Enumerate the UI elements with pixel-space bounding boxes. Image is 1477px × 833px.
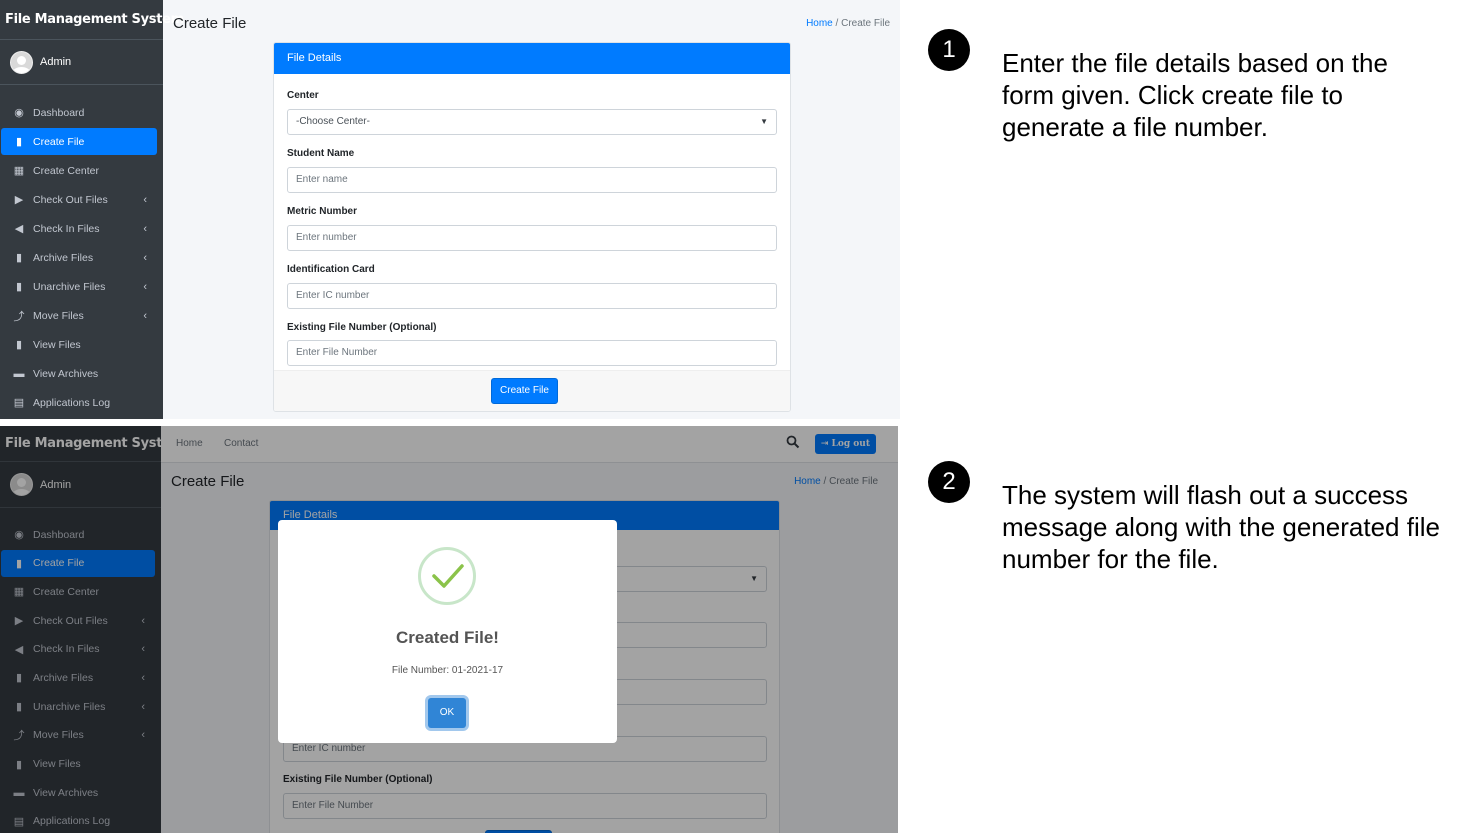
tutorial-figure: File Management System Admin ◉ Dashboard …	[0, 0, 1477, 833]
student-name-input[interactable]: Enter name	[287, 167, 777, 193]
card-header: File Details	[274, 43, 790, 74]
breadcrumb: Home / Create File	[806, 18, 890, 29]
step-number-badge: 1	[928, 29, 970, 71]
sidebar-item-dashboard[interactable]: ◉ Dashboard	[1, 99, 157, 126]
file-details-card: File Details Center -Choose Center- ▼ St…	[273, 42, 791, 412]
sidebar-item-archive-files[interactable]: ▮ Archive Files ‹	[1, 244, 157, 271]
identification-card-label: Identification Card	[287, 264, 375, 275]
tachometer-icon: ◉	[14, 107, 24, 119]
sidebar-item-label: View Files	[33, 338, 81, 351]
sidebar-item-label: View Archives	[33, 367, 99, 380]
center-label: Center	[287, 90, 319, 101]
sidebar-item-create-center[interactable]: ▦ Create Center	[1, 157, 157, 184]
success-modal: Created File! File Number: 01-2021-17 OK	[278, 520, 617, 743]
sidebar-item-label: Applications Log	[33, 396, 111, 409]
sidebar-item-view-files[interactable]: ▮ View Files	[1, 331, 157, 358]
sidebar-item-label: Create Center	[33, 164, 99, 177]
screenshot-success-modal: File Management System Admin ◉ Dashboard …	[0, 426, 898, 833]
breadcrumb-home-link[interactable]: Home	[806, 18, 833, 29]
checkmark-icon	[432, 564, 464, 588]
sidebar-item-move-files[interactable]: ⤴ Move Files ‹	[1, 302, 157, 329]
sidebar-item-check-in-files[interactable]: ◀ Check In Files ‹	[1, 215, 157, 242]
sidebar-item-label: Move Files	[33, 309, 84, 322]
sidebar-item-create-file[interactable]: ▮ Create File	[1, 128, 157, 155]
modal-file-number: File Number: 01-2021-17	[391, 665, 504, 676]
sidebar-item-label: Archive Files	[33, 251, 94, 264]
student-name-label: Student Name	[287, 148, 355, 159]
sidebar-item-label: Dashboard	[33, 106, 85, 119]
existing-file-number-label: Existing File Number (Optional)	[287, 322, 437, 333]
file-export-icon: ▶	[14, 194, 24, 206]
step-number-badge: 2	[928, 461, 970, 503]
metric-number-label: Metric Number	[287, 206, 358, 217]
existing-file-number-input[interactable]: Enter File Number	[287, 340, 777, 366]
step-description: Enter the file details based on the form…	[1002, 48, 1388, 142]
file-archive-icon: ▮	[15, 281, 23, 293]
modal-title: Created File!	[396, 628, 499, 647]
chevron-left-icon: ‹	[143, 309, 147, 322]
user-name: Admin	[40, 56, 72, 68]
sidebar: File Management System Admin ◉ Dashboard …	[0, 0, 184, 419]
ok-button[interactable]: OK	[428, 698, 466, 728]
sidebar-item-label: Check Out Files	[33, 193, 108, 206]
brand-title[interactable]: File Management System	[0, 0, 184, 40]
card-footer: Create File	[274, 370, 790, 411]
file-import-icon: ◀	[14, 223, 24, 235]
clipboard-icon: ▤	[13, 397, 25, 409]
file-icon: ▮	[15, 136, 23, 148]
identification-card-input[interactable]: Enter IC number	[287, 283, 777, 309]
sidebar-menu: ◉ Dashboard ▮ Create File ▦ Create Center ▶…	[0, 85, 163, 416]
breadcrumb-separator: /	[835, 18, 839, 29]
chevron-left-icon: ‹	[143, 222, 147, 235]
sidebar-item-view-archives[interactable]: ▬ View Archives	[1, 360, 157, 387]
page-title: Create File	[173, 15, 247, 32]
create-file-button[interactable]: Create File	[491, 378, 558, 404]
dolly-icon: ⤴	[13, 310, 25, 323]
user-panel[interactable]: Admin	[0, 40, 163, 85]
screenshot-create-file-form: File Management System Admin ◉ Dashboard …	[0, 0, 900, 419]
chevron-left-icon: ‹	[143, 193, 147, 206]
caret-down-icon: ▼	[760, 117, 768, 126]
file-archive-icon: ▮	[15, 252, 23, 264]
sidebar-item-label: Create File	[33, 135, 85, 148]
sidebar-item-applications-log[interactable]: ▤ Applications Log	[1, 389, 157, 416]
step-description: The system will flash out a success mess…	[1002, 480, 1440, 574]
center-select-value: -Choose Center-	[296, 116, 370, 127]
sidebar-item-label: Check In Files	[33, 222, 100, 235]
avatar	[10, 50, 33, 74]
building-icon: ▦	[13, 165, 25, 177]
metric-number-input[interactable]: Enter number	[287, 225, 777, 251]
chevron-left-icon: ‹	[143, 280, 147, 293]
success-check-icon	[418, 547, 476, 605]
archive-icon: ▬	[13, 367, 25, 380]
breadcrumb-current: Create File	[841, 18, 890, 29]
sidebar-item-unarchive-files[interactable]: ▮ Unarchive Files ‹	[1, 273, 157, 300]
file-alt-icon: ▮	[15, 339, 23, 351]
sidebar-item-check-out-files[interactable]: ▶ Check Out Files ‹	[1, 186, 157, 213]
center-select[interactable]: -Choose Center- ▼	[287, 109, 777, 135]
sidebar-item-label: Unarchive Files	[33, 280, 106, 293]
chevron-left-icon: ‹	[143, 251, 147, 264]
